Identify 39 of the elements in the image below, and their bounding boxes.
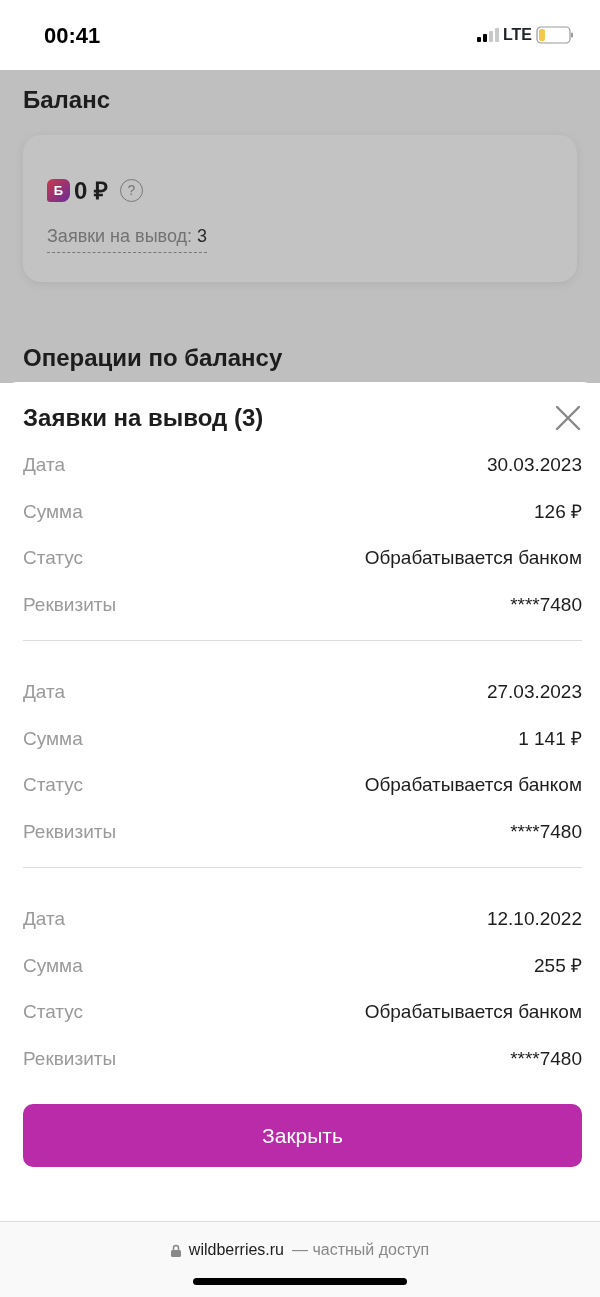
- balance-amount: 0 ₽: [74, 175, 108, 206]
- page-title: Баланс: [23, 86, 112, 115]
- field-label: Дата: [23, 907, 66, 931]
- field-label: Реквизиты: [23, 819, 117, 844]
- field-value: Обрабатывается банком: [364, 773, 582, 797]
- field-value: 30.03.2023: [486, 453, 582, 477]
- field-label: Статус: [23, 1000, 84, 1024]
- field-value: 1 141 ₽: [518, 726, 582, 751]
- browser-domain[interactable]: wildberries.ru: [188, 1238, 284, 1262]
- field-label: Дата: [23, 453, 66, 477]
- sheet-title: Заявки на вывод (3): [23, 403, 264, 433]
- field-value: Обрабатывается банком: [364, 546, 582, 570]
- field-value: 255 ₽: [534, 953, 582, 978]
- field-label: Статус: [23, 546, 84, 570]
- field-value: ****7480: [510, 819, 582, 844]
- field-value: ****7480: [510, 1046, 582, 1071]
- field-label: Реквизиты: [23, 592, 117, 617]
- field-value: 27.03.2023: [486, 680, 582, 704]
- signal-icon: [476, 28, 499, 42]
- browser-note: — частный доступ: [292, 1240, 430, 1260]
- field-value: Обрабатывается банком: [364, 1000, 582, 1024]
- field-label: Статус: [23, 773, 84, 797]
- field-value: 12.10.2022: [486, 907, 582, 931]
- field-label: Сумма: [23, 953, 83, 978]
- field-label: Сумма: [23, 726, 83, 751]
- balance-logo: Б: [47, 179, 70, 203]
- section-title: Операции по балансу: [23, 342, 284, 373]
- field-label: Сумма: [23, 499, 83, 524]
- close-icon[interactable]: [554, 404, 582, 432]
- field-label: Реквизиты: [23, 1046, 117, 1071]
- withdrawals-link[interactable]: Заявки на вывод: 3: [47, 222, 208, 253]
- field-value: 126 ₽: [534, 499, 582, 524]
- field-label: Дата: [23, 680, 66, 704]
- field-value: ****7480: [510, 592, 582, 617]
- battery-icon: [536, 26, 574, 44]
- network-label: LTE: [502, 25, 532, 45]
- close-button[interactable]: Закрыть: [23, 1104, 582, 1167]
- status-time: 00:41: [44, 21, 101, 50]
- lock-icon: [170, 1243, 181, 1257]
